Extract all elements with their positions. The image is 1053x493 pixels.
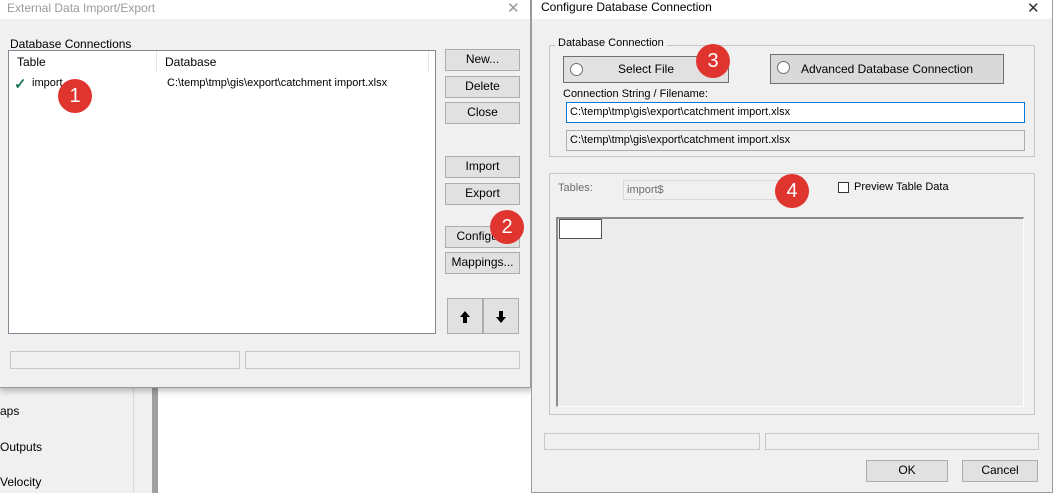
radio-icon bbox=[570, 63, 583, 76]
tables-select[interactable]: import$ bbox=[623, 180, 780, 200]
delete-button[interactable]: Delete bbox=[445, 76, 520, 98]
database-connections-label: Database Connections bbox=[10, 37, 132, 51]
close-icon[interactable]: ✕ bbox=[1027, 0, 1040, 17]
side-panel-item[interactable]: Outputs bbox=[0, 440, 42, 454]
preview-checkbox[interactable] bbox=[838, 182, 849, 193]
close-icon[interactable]: ✕ bbox=[507, 0, 520, 17]
annotation-badge: 2 bbox=[490, 210, 524, 244]
background-main-area bbox=[158, 388, 533, 493]
side-panel-item[interactable]: Velocity bbox=[0, 475, 41, 489]
background-side-panel: aps Outputs Velocity bbox=[0, 388, 133, 493]
new-button[interactable]: New... bbox=[445, 49, 520, 71]
mappings-button[interactable]: Mappings... bbox=[445, 252, 520, 274]
arrow-up-icon bbox=[460, 311, 470, 323]
preview-grid[interactable] bbox=[556, 217, 1024, 407]
preview-label: Preview Table Data bbox=[854, 181, 949, 193]
status-bar-left bbox=[544, 433, 760, 450]
connection-string-label: Connection String / Filename: bbox=[563, 88, 708, 100]
ok-button[interactable]: OK bbox=[866, 460, 948, 482]
move-up-button[interactable] bbox=[447, 298, 483, 334]
close-button[interactable]: Close bbox=[445, 102, 520, 124]
column-header-table[interactable]: Table bbox=[9, 51, 157, 73]
dialog-titlebar: External Data Import/Export ✕ bbox=[0, 0, 530, 19]
radio-icon bbox=[777, 61, 790, 74]
connection-string-readonly: C:\temp\tmp\gis\export\catchment import.… bbox=[566, 130, 1025, 151]
status-bar-right bbox=[765, 433, 1039, 450]
annotation-badge: 3 bbox=[696, 44, 730, 78]
column-header-database[interactable]: Database bbox=[157, 51, 429, 73]
tables-label: Tables: bbox=[558, 182, 593, 194]
grid-cell[interactable] bbox=[559, 219, 602, 239]
row-table-name: import bbox=[32, 77, 63, 89]
check-icon: ✓ bbox=[14, 76, 27, 93]
dialog-titlebar: Configure Database Connection ✕ bbox=[532, 0, 1052, 19]
status-bar-left bbox=[10, 351, 240, 369]
dialog-title: External Data Import/Export bbox=[7, 1, 156, 15]
advanced-connection-button[interactable]: Advanced Database Connection bbox=[770, 54, 1004, 84]
connection-string-input[interactable]: C:\temp\tmp\gis\export\catchment import.… bbox=[566, 102, 1025, 123]
move-down-button[interactable] bbox=[483, 298, 519, 334]
export-button[interactable]: Export bbox=[445, 183, 520, 205]
row-database-path: C:\temp\tmp\gis\export\catchment import.… bbox=[167, 77, 388, 89]
advanced-connection-label: Advanced Database Connection bbox=[800, 62, 974, 76]
cancel-button[interactable]: Cancel bbox=[962, 460, 1038, 482]
annotation-badge: 4 bbox=[775, 174, 809, 208]
status-bar-right bbox=[245, 351, 520, 369]
side-panel-item[interactable]: aps bbox=[0, 404, 19, 418]
group-label: Database Connection bbox=[555, 37, 667, 49]
select-file-label: Select File bbox=[617, 62, 675, 76]
configure-connection-dialog: Configure Database Connection ✕ Database… bbox=[531, 0, 1053, 493]
import-button[interactable]: Import bbox=[445, 156, 520, 178]
dialog-title: Configure Database Connection bbox=[541, 0, 712, 14]
arrow-down-icon bbox=[496, 311, 506, 323]
annotation-badge: 1 bbox=[58, 79, 92, 113]
import-export-dialog: External Data Import/Export ✕ Database C… bbox=[0, 0, 531, 388]
